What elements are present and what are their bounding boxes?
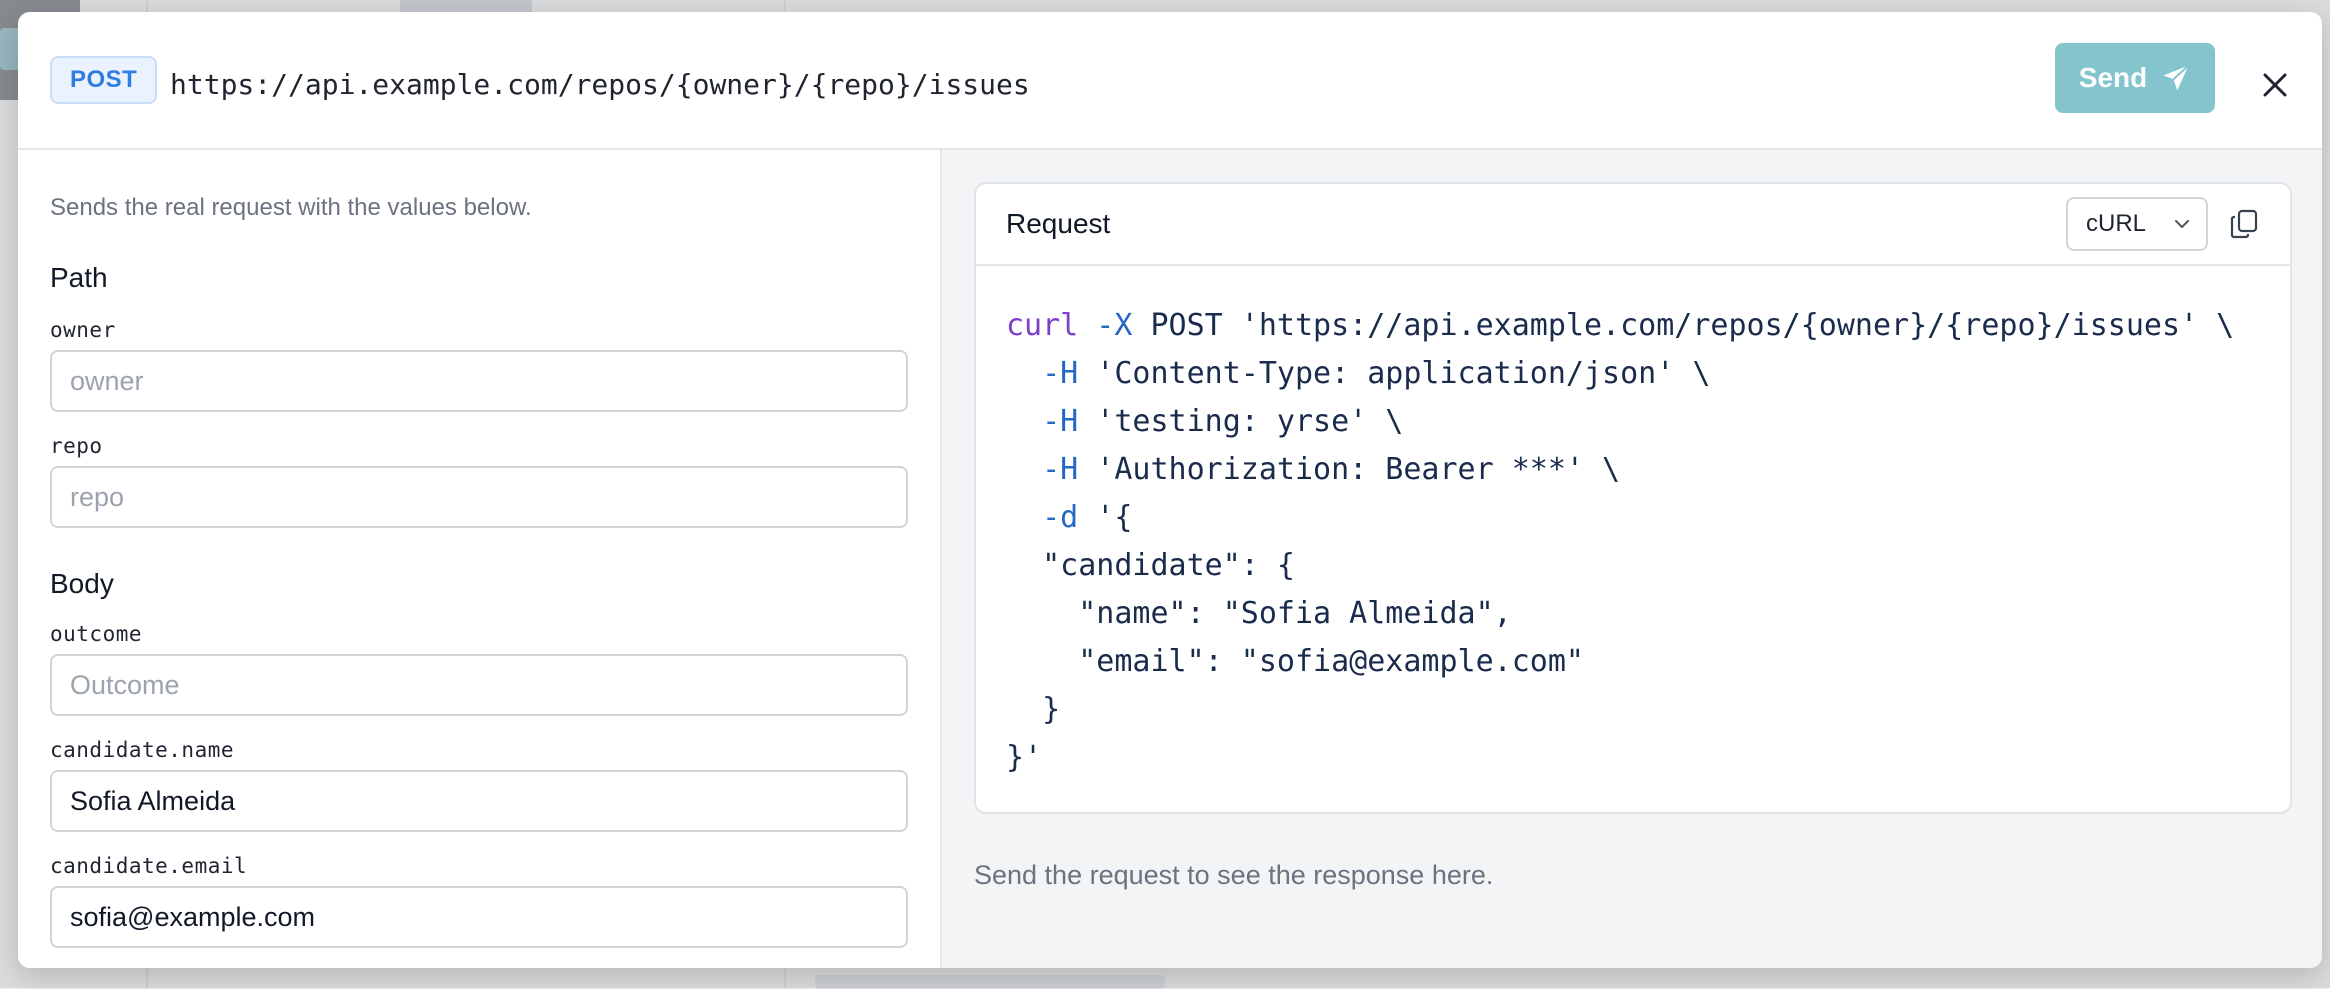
code-line: }' xyxy=(1006,740,1042,775)
code-token-flag: -H xyxy=(1006,452,1079,487)
field-label-repo: repo xyxy=(50,434,103,458)
section-title-path: Path xyxy=(50,262,108,293)
code-token-rest: 'Authorization: Bearer ***' \ xyxy=(1078,452,1621,487)
code-token-flag: -d xyxy=(1006,500,1079,535)
code-token-rest: "candidate": { xyxy=(1006,548,1295,583)
code-token-rest: }' xyxy=(1006,740,1043,775)
copy-icon xyxy=(2230,209,2258,239)
code-line: curl -X POST 'https://api.example.com/re… xyxy=(1006,308,2234,343)
field-label-candidate-email: candidate.email xyxy=(50,854,248,878)
parameters-panel: Sends the real request with the values b… xyxy=(18,150,942,968)
code-token-rest: "name": "Sofia Almeida", xyxy=(1006,596,1512,631)
code-line: -d '{ xyxy=(1006,500,1132,535)
copy-button[interactable] xyxy=(2226,206,2262,242)
code-token-flag: -X xyxy=(1078,308,1133,343)
preview-panel: Request cURL curl -X POST 'https://api.e… xyxy=(942,150,2322,968)
close-button[interactable] xyxy=(2258,68,2292,102)
field-label-outcome: outcome xyxy=(50,622,143,646)
method-badge: POST xyxy=(50,56,158,104)
request-modal: POST https://api.example.com/repos/{owne… xyxy=(18,12,2322,968)
code-token-flag: -H xyxy=(1006,356,1079,391)
owner-input[interactable] xyxy=(50,350,908,412)
outcome-input[interactable] xyxy=(50,654,908,716)
code-token-rest: } xyxy=(1006,692,1061,727)
request-card-title: Request xyxy=(1006,208,1111,239)
code-line: "email": "sofia@example.com" xyxy=(1006,644,1584,679)
code-line: -H 'testing: yrse' \ xyxy=(1006,404,1403,439)
request-url: https://api.example.com/repos/{owner}/{r… xyxy=(170,68,1030,101)
code-token-rest: '{ xyxy=(1078,500,1133,535)
code-line: -H 'Content-Type: application/json' \ xyxy=(1006,356,1710,391)
section-title-body: Body xyxy=(50,568,114,599)
response-placeholder: Send the request to see the response her… xyxy=(974,860,1494,890)
code-token-cmd: curl xyxy=(1006,308,1079,343)
send-button-label: Send xyxy=(2078,62,2148,93)
code-token-rest: "email": "sofia@example.com" xyxy=(1006,644,1584,679)
code-snippet[interactable]: curl -X POST 'https://api.example.com/re… xyxy=(1006,302,2290,782)
field-label-owner: owner xyxy=(50,318,116,342)
close-icon xyxy=(2263,73,2287,97)
candidate-name-input[interactable] xyxy=(50,770,908,832)
language-select-value: cURL xyxy=(2086,210,2147,237)
code-line: -H 'Authorization: Bearer ***' \ xyxy=(1006,452,1620,487)
code-line: "candidate": { xyxy=(1006,548,1295,583)
code-token-rest: 'testing: yrse' \ xyxy=(1078,404,1404,439)
code-line: } xyxy=(1006,692,1060,727)
code-line: "name": "Sofia Almeida", xyxy=(1006,596,1512,631)
language-select[interactable]: cURL xyxy=(2066,197,2208,251)
field-label-candidate-name: candidate.name xyxy=(50,738,235,762)
repo-input[interactable] xyxy=(50,466,908,528)
modal-header: POST https://api.example.com/repos/{owne… xyxy=(18,12,2322,150)
panel-hint: Sends the real request with the values b… xyxy=(50,194,532,221)
paper-plane-icon xyxy=(2163,64,2190,91)
request-card-header: Request cURL xyxy=(976,184,2290,266)
chevron-down-icon xyxy=(2175,220,2189,228)
send-button[interactable]: Send xyxy=(2055,43,2215,113)
request-card: Request cURL curl -X POST 'https://api.e… xyxy=(974,182,2292,814)
candidate-email-input[interactable] xyxy=(50,886,908,948)
code-token-rest: 'Content-Type: application/json' \ xyxy=(1078,356,1711,391)
code-token-flag: -H xyxy=(1006,404,1079,439)
code-token-rest: POST 'https://api.example.com/repos/{own… xyxy=(1132,308,2235,343)
